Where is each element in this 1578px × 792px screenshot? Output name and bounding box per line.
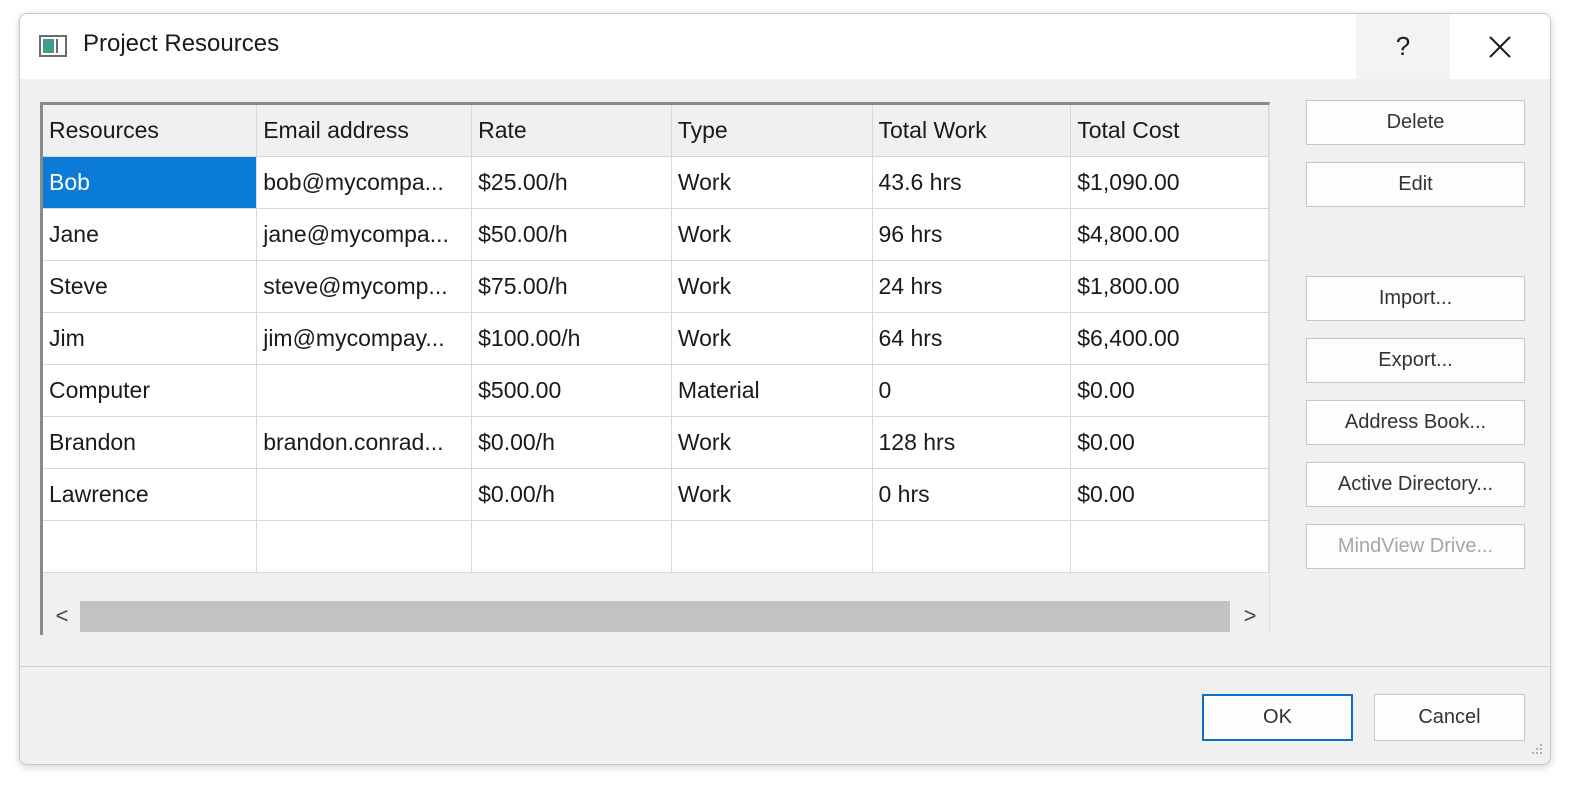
table-cell[interactable]: $1,800.00 [1070, 260, 1269, 313]
table-cell[interactable]: Computer [43, 364, 258, 417]
table-cell[interactable] [1070, 520, 1269, 573]
table-cell[interactable]: $0.00/h [471, 416, 672, 469]
table-cell[interactable]: $6,400.00 [1070, 312, 1269, 365]
ok-button[interactable]: OK [1202, 694, 1353, 741]
table-cell[interactable]: 43.6 hrs [872, 156, 1072, 209]
horizontal-scrollbar[interactable]: < > [43, 596, 1269, 635]
resources-grid[interactable]: Resources Email address Rate Type Total … [40, 102, 1270, 635]
table-cell[interactable]: $0.00/h [471, 468, 672, 521]
table-cell[interactable]: Work [671, 468, 873, 521]
resize-grip-icon[interactable] [1528, 742, 1544, 758]
title-bar: Project Resources ? [20, 14, 1550, 79]
scroll-left-arrow-icon[interactable]: < [47, 596, 77, 635]
cancel-button[interactable]: Cancel [1374, 694, 1525, 741]
table-cell[interactable]: Lawrence [43, 468, 258, 521]
table-row[interactable]: Lawrence $0.00/h Work 0 hrs $0.00 [43, 468, 1269, 521]
table-cell[interactable] [43, 520, 258, 573]
header-row: Resources Email address Rate Type Total … [43, 105, 1269, 157]
footer-divider [20, 666, 1550, 667]
active-directory-button[interactable]: Active Directory... [1306, 462, 1525, 507]
table-row-empty[interactable] [43, 520, 1269, 573]
table-cell[interactable]: 0 hrs [872, 468, 1072, 521]
table-cell[interactable]: Jane [43, 208, 258, 261]
column-header-rate[interactable]: Rate [471, 105, 672, 157]
table-cell[interactable]: $500.00 [471, 364, 672, 417]
table-cell[interactable]: $0.00 [1070, 468, 1269, 521]
table-row[interactable]: Bob bob@mycompa... $25.00/h Work 43.6 hr… [43, 156, 1269, 209]
table-row[interactable]: Computer $500.00 Material 0 $0.00 [43, 364, 1269, 417]
table-cell[interactable]: 0 [872, 364, 1072, 417]
table-cell[interactable]: brandon.conrad... [256, 416, 473, 469]
close-button[interactable] [1452, 14, 1548, 79]
table-cell[interactable]: Work [671, 208, 873, 261]
table-cell[interactable]: 96 hrs [872, 208, 1072, 261]
window-title: Project Resources [83, 30, 280, 57]
table-row[interactable]: Steve steve@mycomp... $75.00/h Work 24 h… [43, 260, 1269, 313]
address-book-button[interactable]: Address Book... [1306, 400, 1525, 445]
column-header-total-cost[interactable]: Total Cost [1070, 105, 1269, 157]
close-icon [1489, 35, 1511, 58]
scrollbar-thumb[interactable] [80, 601, 1230, 632]
help-button[interactable]: ? [1356, 14, 1450, 79]
delete-button[interactable]: Delete [1306, 100, 1525, 145]
table-cell[interactable]: $1,090.00 [1070, 156, 1269, 209]
table-cell[interactable]: Work [671, 260, 873, 313]
table-cell[interactable] [256, 364, 473, 417]
table-cell[interactable] [872, 520, 1072, 573]
table-cell[interactable]: Steve [43, 260, 258, 313]
app-window-icon [39, 35, 67, 57]
table-cell[interactable]: 64 hrs [872, 312, 1072, 365]
table-cell[interactable]: Brandon [43, 416, 258, 469]
resources-table: Resources Email address Rate Type Total … [43, 105, 1269, 573]
table-row[interactable]: Jane jane@mycompa... $50.00/h Work 96 hr… [43, 208, 1269, 261]
table-cell[interactable]: Work [671, 156, 873, 209]
table-cell[interactable]: Jim [43, 312, 258, 365]
table-cell[interactable]: $50.00/h [471, 208, 672, 261]
column-header-resources[interactable]: Resources [43, 105, 258, 157]
table-cell[interactable]: bob@mycompa... [256, 156, 473, 209]
table-cell[interactable]: steve@mycomp... [256, 260, 473, 313]
table-row[interactable]: Jim jim@mycompay... $100.00/h Work 64 hr… [43, 312, 1269, 365]
edit-button[interactable]: Edit [1306, 162, 1525, 207]
table-cell[interactable] [671, 520, 873, 573]
scroll-right-arrow-icon[interactable]: > [1235, 596, 1265, 635]
table-cell[interactable]: $0.00 [1070, 416, 1269, 469]
table-cell[interactable] [256, 468, 473, 521]
table-cell[interactable] [256, 520, 473, 573]
table-cell[interactable]: Work [671, 416, 873, 469]
export-button[interactable]: Export... [1306, 338, 1525, 383]
table-cell[interactable]: Work [671, 312, 873, 365]
table-row[interactable]: Brandon brandon.conrad... $0.00/h Work 1… [43, 416, 1269, 469]
table-cell[interactable]: $100.00/h [471, 312, 672, 365]
column-header-type[interactable]: Type [671, 105, 873, 157]
table-cell[interactable]: jane@mycompa... [256, 208, 473, 261]
table-cell[interactable]: $25.00/h [471, 156, 672, 209]
table-cell[interactable]: $0.00 [1070, 364, 1269, 417]
table-cell[interactable]: Bob [43, 156, 258, 209]
project-resources-dialog: Project Resources ? Resources Email addr… [19, 13, 1551, 765]
table-cell[interactable] [471, 520, 672, 573]
table-cell[interactable]: Material [671, 364, 873, 417]
table-cell[interactable]: 128 hrs [872, 416, 1072, 469]
import-button[interactable]: Import... [1306, 276, 1525, 321]
column-header-email[interactable]: Email address [256, 105, 473, 157]
table-cell[interactable]: $75.00/h [471, 260, 672, 313]
table-cell[interactable]: jim@mycompay... [256, 312, 473, 365]
mindview-drive-button[interactable]: MindView Drive... [1306, 524, 1525, 569]
column-header-total-work[interactable]: Total Work [872, 105, 1072, 157]
table-cell[interactable]: $4,800.00 [1070, 208, 1269, 261]
table-cell[interactable]: 24 hrs [872, 260, 1072, 313]
